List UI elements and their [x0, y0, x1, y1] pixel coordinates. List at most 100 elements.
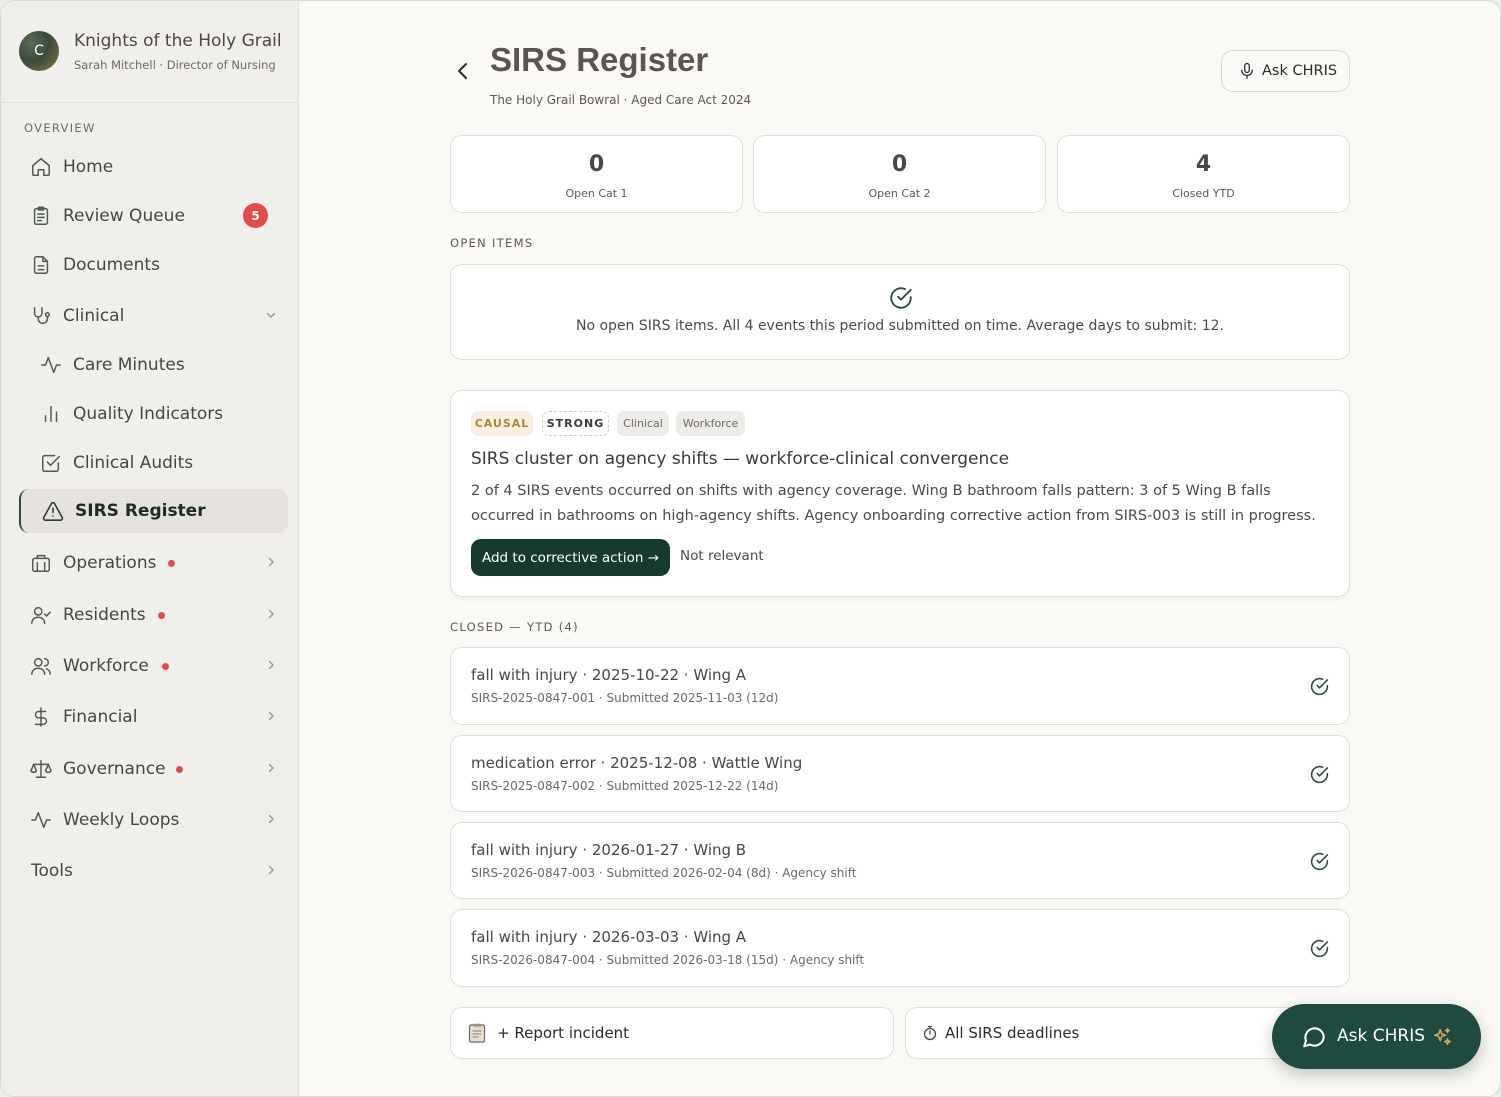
check-square-icon — [42, 454, 60, 472]
page-subtitle: The Holy Grail Bowral · Aged Care Act 20… — [490, 93, 752, 107]
check-circle-icon — [1310, 677, 1329, 696]
chevron-down-icon[interactable] — [265, 309, 277, 321]
chevron-right-icon[interactable] — [265, 710, 277, 722]
stethoscope-icon — [33, 307, 50, 324]
closed-heading: CLOSED — YTD (4) — [450, 620, 579, 634]
sidebar-item-label: Review Queue — [63, 206, 185, 226]
alert-dot — [168, 560, 175, 567]
sidebar-item-label: Weekly Loops — [63, 810, 180, 830]
chat-bubble-icon — [1303, 1027, 1325, 1048]
sidebar-item-governance[interactable]: Governance — [19, 747, 288, 791]
sidebar-item-home[interactable]: Home — [19, 145, 288, 189]
org-header[interactable]: C Knights of the Holy Grail Sarah Mitche… — [1, 1, 298, 103]
insight-card: CAUSAL STRONG Clinical Workforce SIRS cl… — [450, 390, 1350, 597]
ask-chris-fab[interactable]: Ask CHRIS — [1272, 1004, 1481, 1069]
sidebar-item-label: Clinical Audits — [73, 453, 194, 473]
stat-value: 0 — [891, 152, 908, 177]
dollar-icon — [34, 707, 48, 727]
chevron-right-icon[interactable] — [265, 608, 277, 620]
stat-value: 4 — [1195, 152, 1212, 177]
back-icon[interactable] — [455, 61, 471, 81]
alert-dot — [158, 612, 165, 619]
sidebar-item-residents[interactable]: Residents — [19, 593, 288, 637]
stat-label: Open Cat 2 — [868, 187, 931, 200]
chevron-right-icon[interactable] — [265, 813, 277, 825]
chevron-right-icon[interactable] — [265, 864, 277, 876]
ask-chris-label: Ask CHRIS — [1262, 63, 1338, 79]
sidebar-item-weekly-loops[interactable]: Weekly Loops — [19, 798, 288, 842]
chevron-right-icon[interactable] — [265, 659, 277, 671]
chevron-right-icon[interactable] — [265, 762, 277, 774]
users-icon — [31, 657, 51, 675]
sidebar-item-quality-indicators[interactable]: Quality Indicators — [19, 392, 288, 436]
home-icon — [32, 158, 50, 176]
list-item[interactable]: fall with injury · 2026-03-03 · Wing A S… — [450, 909, 1350, 987]
stat-label: Open Cat 1 — [565, 187, 628, 200]
sidebar-item-review-queue[interactable]: Review Queue 5 — [19, 194, 288, 238]
building-icon — [32, 554, 50, 572]
incident-detail: SIRS-2025-0847-002 · Submitted 2025-12-2… — [471, 779, 779, 793]
stat-open-cat-2: 0 Open Cat 2 — [753, 135, 1046, 213]
sidebar-item-label: Home — [63, 157, 114, 177]
sidebar-item-label: SIRS Register — [75, 501, 206, 521]
chevron-right-icon[interactable] — [265, 556, 277, 568]
insight-title: SIRS cluster on agency shifts — workforc… — [471, 449, 1010, 469]
check-circle-icon — [1310, 852, 1329, 871]
sidebar-item-clinical-audits[interactable]: Clinical Audits — [19, 441, 288, 485]
sidebar-item-label: Governance — [63, 759, 166, 779]
microphone-icon — [1241, 62, 1253, 80]
check-circle-icon — [1310, 939, 1329, 958]
user-role: Sarah Mitchell · Director of Nursing — [74, 58, 276, 72]
sidebar-item-documents[interactable]: Documents — [19, 243, 288, 287]
main-content: SIRS Register The Holy Grail Bowral · Ag… — [299, 1, 1500, 1096]
sidebar-item-care-minutes[interactable]: Care Minutes — [19, 343, 288, 387]
tag-causal: CAUSAL — [471, 411, 533, 436]
stat-label: Closed YTD — [1172, 187, 1235, 200]
scales-icon — [30, 760, 52, 778]
alert-dot — [176, 766, 183, 773]
check-circle-icon — [1310, 765, 1329, 784]
open-items-heading: OPEN ITEMS — [450, 236, 534, 250]
sidebar-item-label: Tools — [31, 861, 73, 881]
empty-state-text: No open SIRS items. All 4 events this pe… — [576, 318, 1224, 334]
app-window: C Knights of the Holy Grail Sarah Mitche… — [0, 0, 1501, 1097]
page-title: SIRS Register — [490, 41, 709, 78]
ask-chris-fab-label: Ask CHRIS — [1337, 1026, 1426, 1046]
notification-badge: 5 — [243, 203, 268, 228]
list-item[interactable]: fall with injury · 2025-10-22 · Wing A S… — [450, 647, 1350, 725]
sidebar-item-label: Documents — [63, 255, 160, 275]
tag-workforce: Workforce — [676, 411, 745, 436]
tag-strong: STRONG — [542, 411, 609, 436]
incident-title: medication error · 2025-12-08 · Wattle W… — [471, 754, 803, 772]
document-icon — [33, 256, 49, 274]
sidebar-item-label: Clinical — [63, 306, 125, 326]
sidebar-item-sirs-register[interactable]: SIRS Register — [19, 489, 288, 533]
report-incident-button[interactable]: + Report incident — [450, 1007, 894, 1059]
stat-value: 0 — [588, 152, 605, 177]
activity-icon — [41, 356, 61, 374]
avatar[interactable]: C — [19, 31, 59, 71]
org-name: Knights of the Holy Grail — [74, 31, 282, 51]
sidebar-item-workforce[interactable]: Workforce — [19, 644, 288, 688]
stat-closed-ytd: 4 Closed YTD — [1057, 135, 1350, 213]
sidebar: C Knights of the Holy Grail Sarah Mitche… — [1, 1, 299, 1096]
not-relevant-button[interactable]: Not relevant — [680, 548, 764, 564]
sidebar-item-financial[interactable]: Financial — [19, 695, 288, 739]
ask-chris-button[interactable]: Ask CHRIS — [1221, 50, 1350, 92]
sparkle-icon — [1433, 1028, 1451, 1046]
list-item[interactable]: fall with injury · 2026-01-27 · Wing B S… — [450, 822, 1350, 899]
alert-dot — [162, 663, 169, 670]
user-check-icon — [31, 606, 51, 624]
incident-title: fall with injury · 2026-01-27 · Wing B — [471, 841, 747, 859]
sidebar-item-tools[interactable]: Tools — [19, 849, 288, 893]
add-corrective-action-button[interactable]: Add to corrective action → — [471, 539, 670, 576]
stopwatch-icon — [923, 1025, 937, 1041]
sidebar-item-operations[interactable]: Operations — [19, 541, 288, 585]
sidebar-item-label: Financial — [63, 707, 138, 727]
incident-detail: SIRS-2026-0847-004 · Submitted 2026-03-1… — [471, 953, 865, 967]
list-item[interactable]: medication error · 2025-12-08 · Wattle W… — [450, 735, 1350, 812]
all-sirs-deadlines-label: All SIRS deadlines — [945, 1024, 1080, 1042]
clipboard-icon — [33, 206, 49, 225]
incident-title: fall with injury · 2025-10-22 · Wing A — [471, 666, 747, 684]
sidebar-item-clinical[interactable]: Clinical — [19, 294, 288, 338]
